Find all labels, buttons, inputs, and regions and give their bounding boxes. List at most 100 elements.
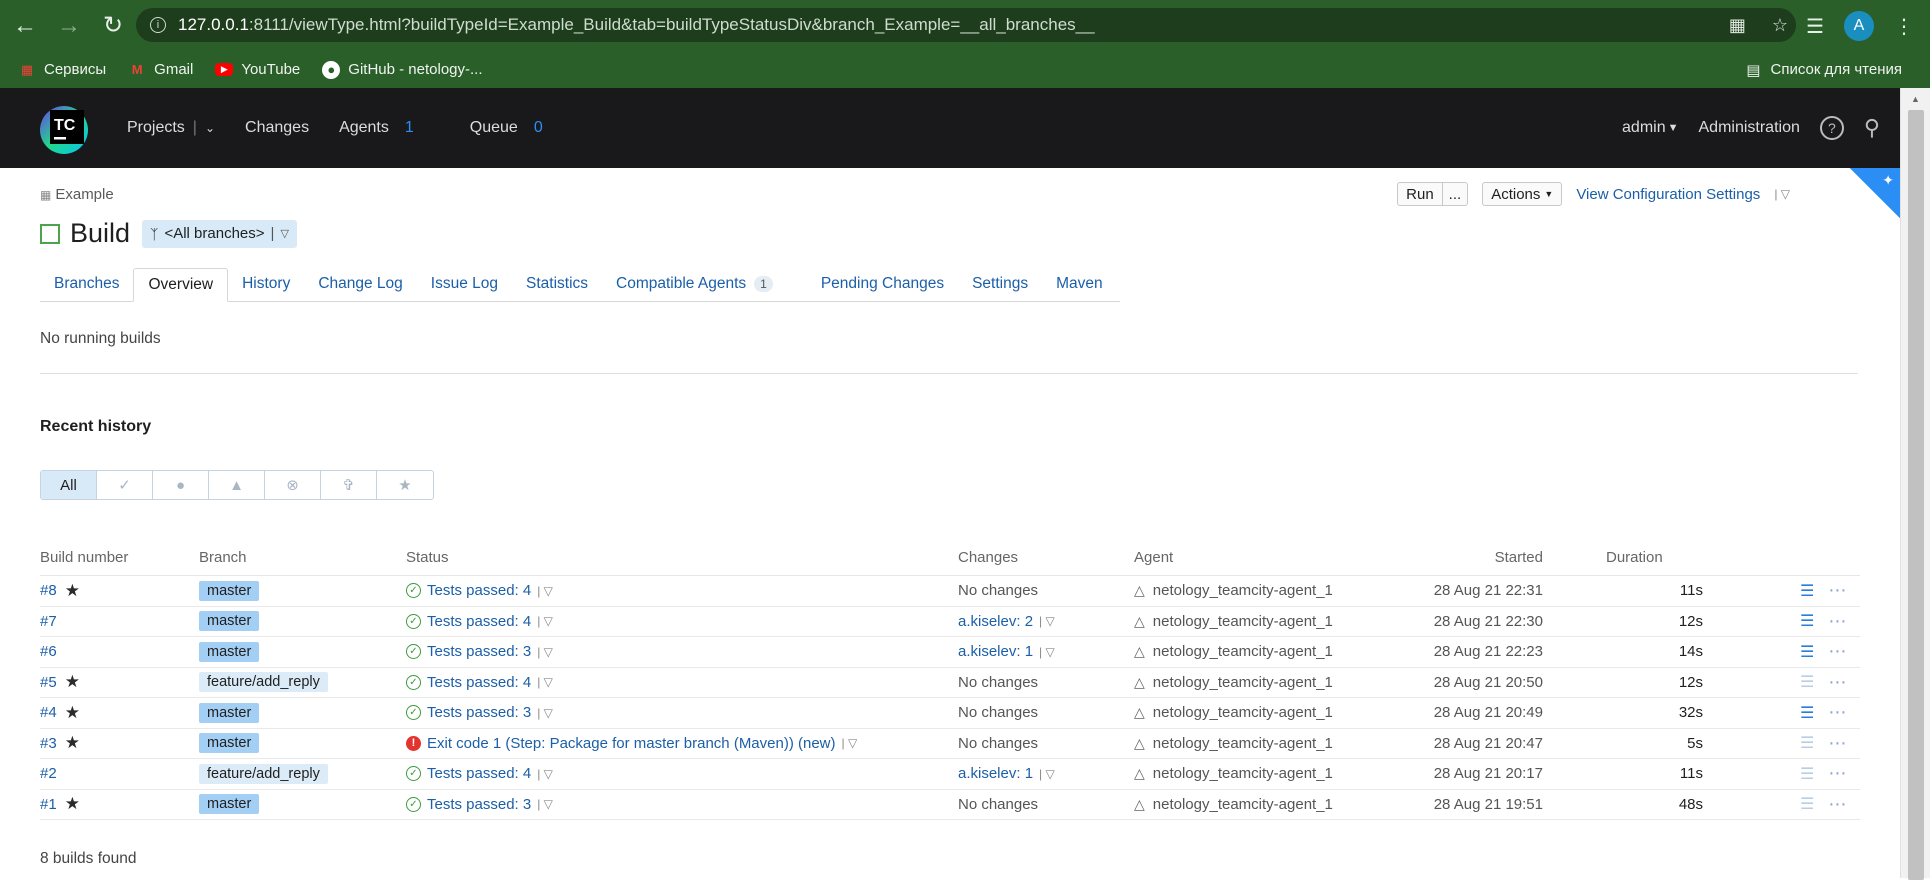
artifacts-icon[interactable]: ☰ xyxy=(1800,764,1814,784)
nav-projects[interactable]: Projects | ⌄ xyxy=(127,119,215,137)
tab-compatible-agents[interactable]: Compatible Agents 1 xyxy=(602,267,787,301)
changes-text[interactable]: a.kiselev: 2 xyxy=(958,613,1033,630)
changes-text[interactable]: a.kiselev: 1 xyxy=(958,765,1033,782)
branch-tag[interactable]: master xyxy=(199,580,260,601)
translate-icon[interactable]: ▦ xyxy=(1729,15,1746,36)
profile-avatar[interactable]: A xyxy=(1844,11,1874,41)
failed-filter-icon[interactable]: ● xyxy=(153,471,209,499)
star-filter-icon[interactable]: ★ xyxy=(377,471,433,499)
branch-tag[interactable]: feature/add_reply xyxy=(199,672,328,693)
table-row[interactable]: #1 ★ master ✓ Tests passed: 3 | ▽ No cha… xyxy=(40,790,1860,820)
bookmark-youtube[interactable]: ▶ YouTube xyxy=(215,61,300,78)
bookmark-star-icon[interactable]: ☆ xyxy=(1772,15,1788,36)
star-icon[interactable]: ★ xyxy=(65,733,80,753)
search-icon[interactable]: ⚲ xyxy=(1864,115,1880,141)
bookmark-services[interactable]: ▦ Сервисы xyxy=(18,61,106,79)
build-number-link[interactable]: #7 xyxy=(40,613,57,630)
build-number-link[interactable]: #2 xyxy=(40,765,57,782)
view-config-dropdown-icon[interactable]: | ▽ xyxy=(1774,187,1790,201)
forward-icon[interactable]: → xyxy=(50,7,88,45)
build-number-link[interactable]: #4 xyxy=(40,704,57,721)
page-scrollbar[interactable]: ▲ xyxy=(1900,88,1930,880)
success-filter-icon[interactable]: ✓ xyxy=(97,471,153,499)
artifacts-icon[interactable]: ☰ xyxy=(1800,611,1814,631)
build-number-link[interactable]: #5 xyxy=(40,674,57,691)
more-options-icon[interactable]: ⋯ xyxy=(1828,702,1847,723)
breadcrumb-project[interactable]: Example xyxy=(55,186,113,203)
table-row[interactable]: #7 master ✓ Tests passed: 4 | ▽ a.kisele… xyxy=(40,607,1860,637)
status-dropdown-icon[interactable]: | ▽ xyxy=(537,675,553,689)
more-options-icon[interactable]: ⋯ xyxy=(1828,794,1847,815)
tab-maven[interactable]: Maven xyxy=(1042,267,1117,301)
cancelled-filter-icon[interactable]: ⊗ xyxy=(265,471,321,499)
build-number-link[interactable]: #8 xyxy=(40,582,57,599)
run-options-button[interactable]: ... xyxy=(1442,182,1469,206)
help-icon[interactable]: ? xyxy=(1819,116,1844,140)
bookmark-github[interactable]: ● GitHub - netology-... xyxy=(322,60,483,79)
artifacts-icon[interactable]: ☰ xyxy=(1800,794,1814,814)
status-link[interactable]: Tests passed: 4 xyxy=(427,674,531,691)
branch-selector[interactable]: ᛉ <All branches> | ▽ xyxy=(142,219,297,248)
status-link[interactable]: Tests passed: 4 xyxy=(427,613,531,630)
whats-new-badge[interactable]: ✦ xyxy=(1850,168,1900,218)
status-dropdown-icon[interactable]: | ▽ xyxy=(537,584,553,598)
reload-icon[interactable]: ↻ xyxy=(94,7,132,45)
star-icon[interactable]: ★ xyxy=(65,672,80,692)
status-link[interactable]: Tests passed: 3 xyxy=(427,796,531,813)
branch-tag[interactable]: master xyxy=(199,611,260,632)
status-link[interactable]: Exit code 1 (Step: Package for master br… xyxy=(427,735,836,752)
status-link[interactable]: Tests passed: 4 xyxy=(427,765,531,782)
scrollbar-thumb[interactable] xyxy=(1908,110,1924,880)
tab-overview[interactable]: Overview xyxy=(133,268,229,302)
status-dropdown-icon[interactable]: | ▽ xyxy=(537,767,553,781)
artifacts-icon[interactable]: ☰ xyxy=(1800,642,1814,662)
bookmark-gmail[interactable]: M Gmail xyxy=(128,61,194,79)
build-number-link[interactable]: #1 xyxy=(40,796,57,813)
nav-changes[interactable]: Changes xyxy=(245,119,309,137)
view-config-link[interactable]: View Configuration Settings xyxy=(1576,186,1760,203)
status-dropdown-icon[interactable]: | ▽ xyxy=(537,614,553,628)
back-icon[interactable]: ← xyxy=(6,7,44,45)
more-options-icon[interactable]: ⋯ xyxy=(1828,641,1847,662)
warning-filter-icon[interactable]: ▲ xyxy=(209,471,265,499)
branch-tag[interactable]: feature/add_reply xyxy=(199,763,328,784)
branch-tag[interactable]: master xyxy=(199,733,260,754)
table-row[interactable]: #3 ★ master ! Exit code 1 (Step: Package… xyxy=(40,729,1860,759)
more-options-icon[interactable]: ⋯ xyxy=(1828,763,1847,784)
tab-settings[interactable]: Settings xyxy=(958,267,1042,301)
status-link[interactable]: Tests passed: 4 xyxy=(427,582,531,599)
artifacts-icon[interactable]: ☰ xyxy=(1800,581,1814,601)
status-dropdown-icon[interactable]: | ▽ xyxy=(537,797,553,811)
status-dropdown-icon[interactable]: | ▽ xyxy=(537,645,553,659)
chevron-down-icon[interactable]: ⌄ xyxy=(205,121,215,135)
branch-tag[interactable]: master xyxy=(199,794,260,815)
tab-statistics[interactable]: Statistics xyxy=(512,267,602,301)
changes-text[interactable]: a.kiselev: 1 xyxy=(958,643,1033,660)
changes-dropdown-icon[interactable]: | ▽ xyxy=(1039,645,1055,659)
media-icon[interactable]: ☰ xyxy=(1806,14,1824,39)
status-link[interactable]: Tests passed: 3 xyxy=(427,643,531,660)
table-row[interactable]: #5 ★ feature/add_reply ✓ Tests passed: 4… xyxy=(40,668,1860,698)
build-number-link[interactable]: #6 xyxy=(40,643,57,660)
table-row[interactable]: #6 master ✓ Tests passed: 3 | ▽ a.kisele… xyxy=(40,637,1860,668)
tab-pending-changes[interactable]: Pending Changes xyxy=(807,267,958,301)
star-icon[interactable]: ★ xyxy=(65,581,80,601)
branch-tag[interactable]: master xyxy=(199,641,260,662)
status-dropdown-icon[interactable]: | ▽ xyxy=(842,736,858,750)
tab-branches[interactable]: Branches xyxy=(40,267,133,301)
branch-tag[interactable]: master xyxy=(199,702,260,723)
star-icon[interactable]: ★ xyxy=(65,794,80,814)
actions-button[interactable]: Actions ▼ xyxy=(1482,182,1563,206)
reading-list[interactable]: ▤ Список для чтения xyxy=(1746,51,1902,88)
build-number-link[interactable]: #3 xyxy=(40,735,57,752)
tab-issue-log[interactable]: Issue Log xyxy=(417,267,512,301)
more-options-icon[interactable]: ⋯ xyxy=(1828,611,1847,632)
changes-dropdown-icon[interactable]: | ▽ xyxy=(1039,767,1055,781)
teamcity-logo[interactable]: TC xyxy=(38,100,98,156)
nav-agents[interactable]: Agents 1 xyxy=(339,119,414,137)
scroll-up-icon[interactable]: ▲ xyxy=(1911,94,1920,104)
star-icon[interactable]: ★ xyxy=(65,703,80,723)
artifacts-icon[interactable]: ☰ xyxy=(1800,703,1814,723)
filter-all[interactable]: All xyxy=(41,471,97,499)
more-options-icon[interactable]: ⋯ xyxy=(1828,672,1847,693)
